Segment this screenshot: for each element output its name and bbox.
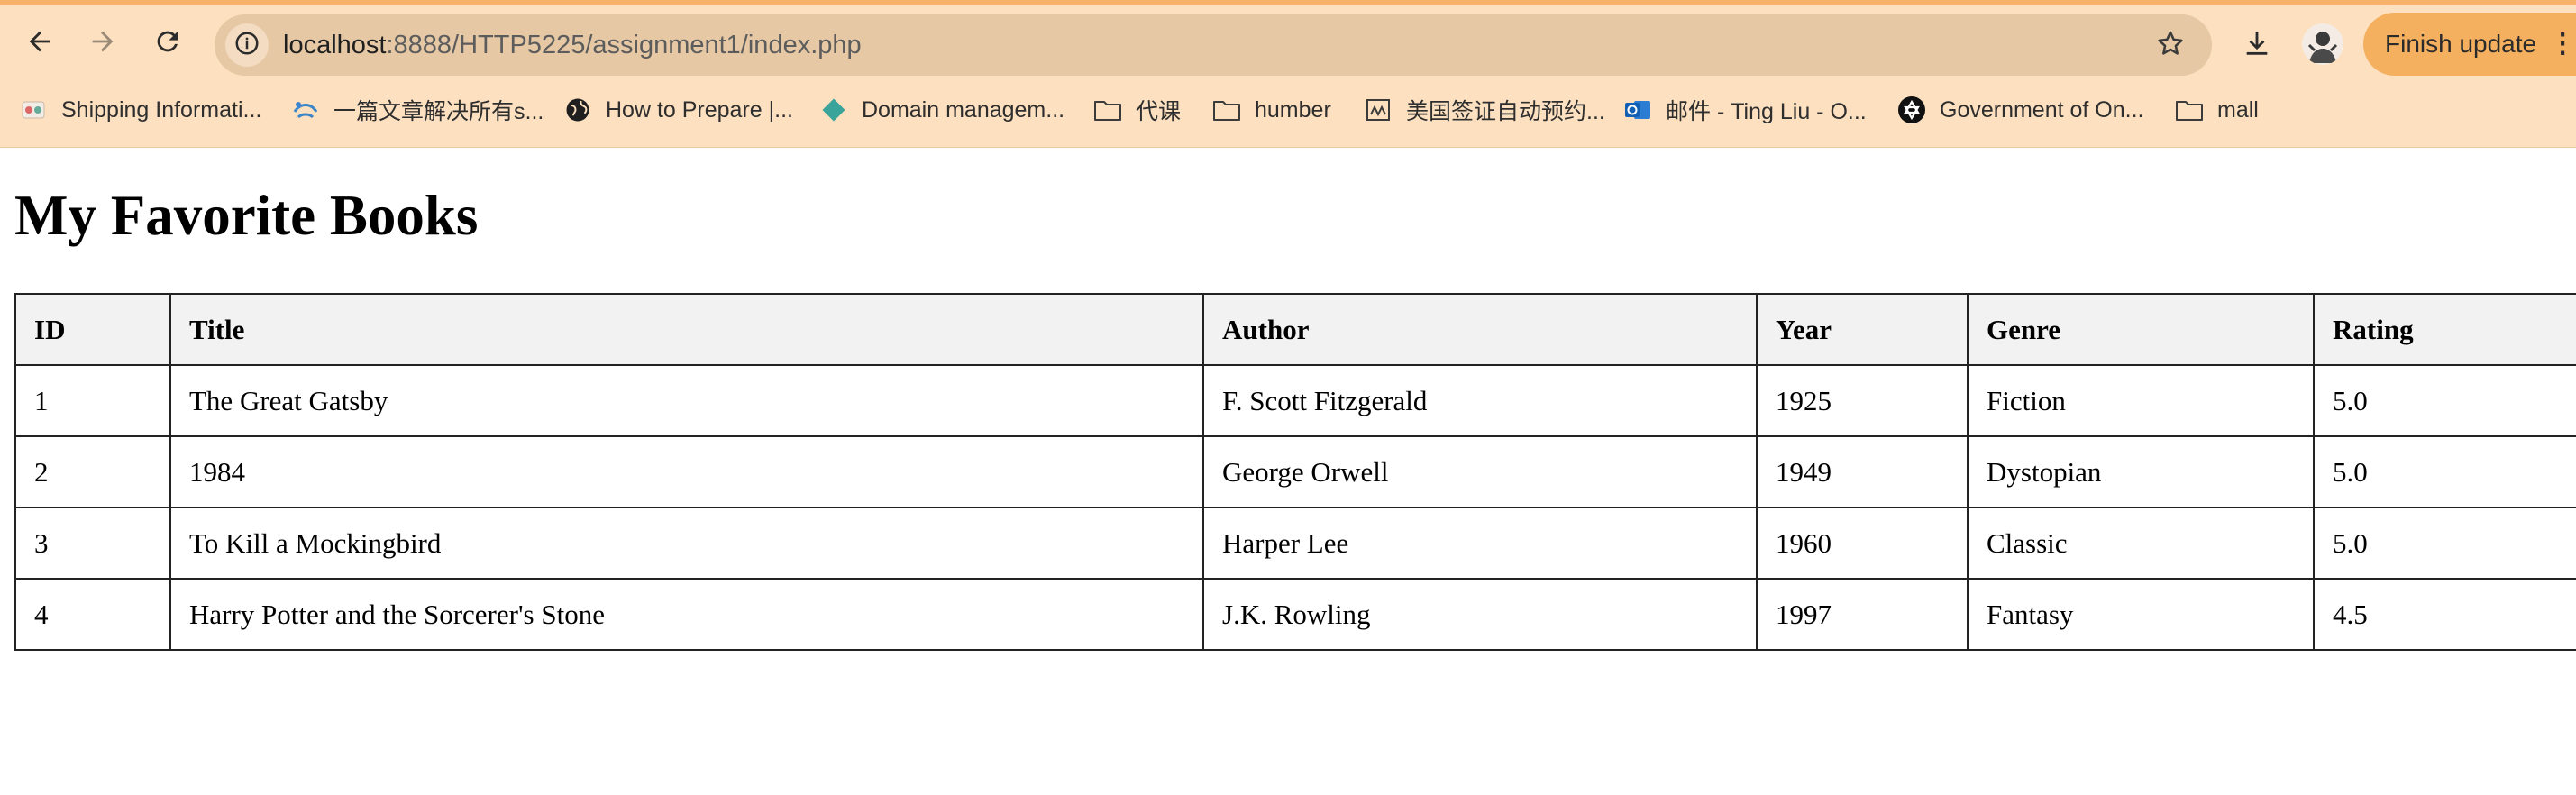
header-title: Title: [169, 293, 1204, 366]
back-button[interactable]: [14, 18, 65, 69]
bookmark-star-button[interactable]: [2152, 27, 2188, 63]
table-row: 1 The Great Gatsby F. Scott Fitzgerald 1…: [14, 364, 2576, 437]
url-text[interactable]: localhost:8888/HTTP5225/assignment1/inde…: [283, 14, 862, 76]
bookmark-item-government-ontario[interactable]: Government of On...: [1896, 87, 2144, 133]
menu-dots-icon: ⋮: [2549, 29, 2576, 59]
table-row: 4 Harry Potter and the Sorcerer's Stone …: [14, 578, 2576, 651]
cell-genre: Classic: [1967, 507, 2315, 580]
url-path: :8888/HTTP5225/assignment1/index.php: [386, 31, 862, 59]
header-rating: Rating: [2313, 293, 2576, 366]
bookmark-label: mall: [2217, 96, 2259, 123]
cell-genre: Fiction: [1967, 364, 2315, 437]
page-title: My Favorite Books: [14, 184, 479, 247]
cell-id: 1: [14, 364, 171, 437]
cell-author: F. Scott Fitzgerald: [1202, 364, 1758, 437]
cell-author: Harper Lee: [1202, 507, 1758, 580]
bookmark-label: humber: [1255, 96, 1331, 123]
shipping-favicon: [18, 95, 49, 125]
url-host: localhost: [283, 31, 387, 59]
cell-rating: 5.0: [2313, 507, 2576, 580]
cell-genre: Fantasy: [1967, 578, 2315, 651]
bookmark-label: Shipping Informati...: [61, 96, 262, 123]
bookmark-label: 代课: [1136, 99, 1182, 124]
cell-year: 1949: [1756, 435, 1969, 508]
cell-id: 3: [14, 507, 171, 580]
cell-author: George Orwell: [1202, 435, 1758, 508]
arrow-left-icon: [24, 26, 55, 61]
visa-favicon: [1363, 95, 1393, 125]
avatar-image: [2307, 32, 2338, 63]
books-table: ID Title Author Year Genre Rating 1 The …: [14, 293, 2576, 651]
diamond-favicon: [818, 95, 849, 125]
folder-icon: [1211, 95, 1242, 125]
folder-icon: [2174, 95, 2205, 125]
bookmark-label: Domain managem...: [862, 96, 1065, 123]
bookmark-item-visa[interactable]: 美国签证自动预约...: [1363, 87, 1605, 133]
star-icon: [2155, 28, 2186, 63]
site-info-button[interactable]: [225, 23, 269, 67]
bookmark-item-domain-management[interactable]: Domain managem...: [818, 87, 1064, 133]
bookmarks-bar: Shipping Informati... 一篇文章解决所有s... How t…: [0, 87, 2576, 133]
folder-icon: [1092, 95, 1123, 125]
finish-update-button[interactable]: Finish update ⋮: [2363, 13, 2576, 76]
cell-id: 2: [14, 435, 171, 508]
header-id: ID: [14, 293, 171, 366]
cell-rating: 5.0: [2313, 435, 2576, 508]
cell-rating: 5.0: [2313, 364, 2576, 437]
bookmark-folder-humber[interactable]: humber: [1211, 87, 1331, 133]
bookmark-label: 一篇文章解决所有s...: [333, 99, 544, 124]
bookmark-label: How to Prepare |...: [606, 96, 793, 123]
reload-icon: [152, 26, 183, 61]
header-author: Author: [1202, 293, 1758, 366]
address-bar[interactable]: localhost:8888/HTTP5225/assignment1/inde…: [215, 14, 2212, 76]
download-icon: [2242, 28, 2272, 63]
forward-button[interactable]: [78, 18, 128, 69]
cell-title: 1984: [169, 435, 1204, 508]
cell-id: 4: [14, 578, 171, 651]
cell-title: To Kill a Mockingbird: [169, 507, 1204, 580]
browser-toolbar: localhost:8888/HTTP5225/assignment1/inde…: [0, 11, 2576, 76]
article-favicon: [290, 95, 321, 125]
cell-rating: 4.5: [2313, 578, 2576, 651]
cell-genre: Dystopian: [1967, 435, 2315, 508]
downloads-button[interactable]: [2232, 20, 2282, 70]
page-content: My Favorite Books ID Title Author Year G…: [0, 149, 2576, 795]
table-row: 2 1984 George Orwell 1949 Dystopian 5.0: [14, 435, 2576, 508]
bookmark-label: Government of On...: [1940, 96, 2144, 123]
bookmark-item-how-to-prepare[interactable]: How to Prepare |...: [562, 87, 793, 133]
bookmark-folder-mall[interactable]: mall: [2174, 87, 2259, 133]
header-year: Year: [1756, 293, 1969, 366]
bookmark-label: 美国签证自动预约...: [1406, 99, 1605, 124]
finish-update-label: Finish update: [2385, 30, 2537, 58]
profile-avatar[interactable]: [2302, 23, 2343, 65]
table-row: 3 To Kill a Mockingbird Harper Lee 1960 …: [14, 507, 2576, 580]
cell-year: 1925: [1756, 364, 1969, 437]
bookmark-label: 邮件 - Ting Liu - O...: [1666, 99, 1867, 124]
ontario-icon: [1896, 95, 1927, 125]
bookmark-item-shipping[interactable]: Shipping Informati...: [18, 87, 261, 133]
bookmark-item-article[interactable]: 一篇文章解决所有s...: [290, 87, 544, 133]
arrow-right-icon: [87, 26, 118, 61]
update-accent-bar: [0, 0, 2576, 5]
cell-title: Harry Potter and the Sorcerer's Stone: [169, 578, 1204, 651]
table-header-row: ID Title Author Year Genre Rating: [14, 293, 2576, 366]
info-icon: [233, 30, 260, 61]
cell-year: 1960: [1756, 507, 1969, 580]
reload-button[interactable]: [142, 18, 193, 69]
bookmark-folder-daike[interactable]: 代课: [1092, 87, 1181, 133]
bookmark-item-outlook-mail[interactable]: 邮件 - Ting Liu - O...: [1622, 87, 1867, 133]
cell-author: J.K. Rowling: [1202, 578, 1758, 651]
browser-chrome: localhost:8888/HTTP5225/assignment1/inde…: [0, 0, 2576, 148]
cell-title: The Great Gatsby: [169, 364, 1204, 437]
cell-year: 1997: [1756, 578, 1969, 651]
outlook-icon: [1622, 95, 1653, 125]
header-genre: Genre: [1967, 293, 2315, 366]
globe-icon: [562, 95, 593, 125]
